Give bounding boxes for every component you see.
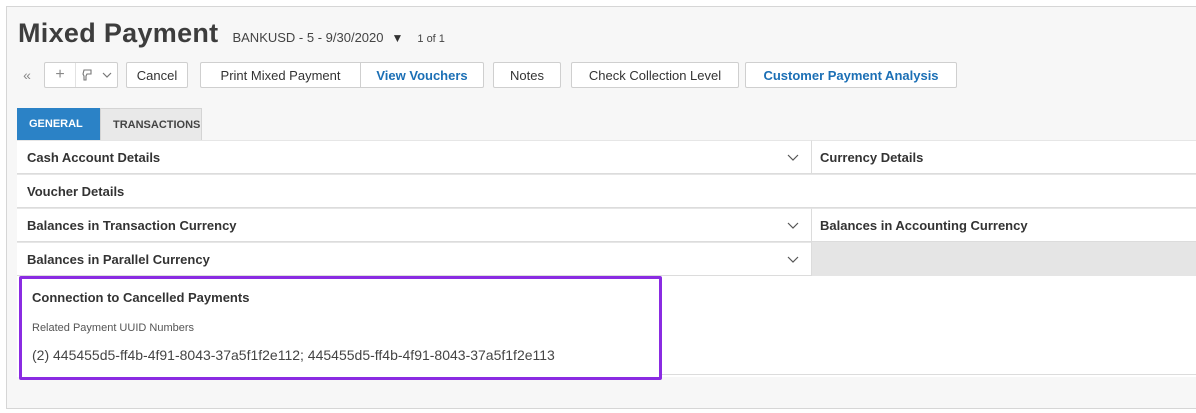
document-dropdown-icon[interactable]: ▼ xyxy=(392,31,404,45)
tab-transactions[interactable]: TRANSACTIONS xyxy=(100,108,202,140)
brush-icon xyxy=(81,69,92,81)
chevron-down-icon[interactable] xyxy=(786,150,800,164)
cancel-button[interactable]: Cancel xyxy=(126,62,188,88)
check-collection-level-button[interactable]: Check Collection Level xyxy=(571,62,739,88)
print-mixed-payment-button[interactable]: Print Mixed Payment xyxy=(200,62,360,88)
related-payment-uuid-label: Related Payment UUID Numbers xyxy=(32,322,195,334)
chevron-down-icon[interactable] xyxy=(786,252,800,266)
voucher-details-header[interactable]: Voucher Details xyxy=(17,174,1196,208)
cash-account-details-header[interactable]: Cash Account Details xyxy=(17,140,811,174)
customer-payment-analysis-button[interactable]: Customer Payment Analysis xyxy=(745,62,957,88)
toolbar: « + Cancel Print Mixed Payment View Vouc… xyxy=(16,62,957,88)
balances-transaction-currency-header[interactable]: Balances in Transaction Currency xyxy=(17,208,811,242)
chevron-down-icon xyxy=(102,72,111,78)
related-payment-uuid-value: (2) 445455d5-ff4b-4f91-8043-37a5f1f2e112… xyxy=(32,347,555,363)
plus-icon[interactable]: + xyxy=(45,63,75,87)
empty-panel xyxy=(811,242,1196,276)
record-count: 1 of 1 xyxy=(417,33,445,45)
double-chevron-left-icon[interactable]: « xyxy=(16,63,38,87)
page-title: Mixed Payment xyxy=(18,18,219,48)
balances-accounting-currency-header[interactable]: Balances in Accounting Currency xyxy=(811,208,1196,242)
view-vouchers-button[interactable]: View Vouchers xyxy=(360,62,484,88)
tab-general[interactable]: GENERAL xyxy=(17,108,100,140)
highlight-box: Connection to Cancelled Payments Related… xyxy=(19,276,662,380)
brush-dropdown-button[interactable] xyxy=(75,63,117,87)
section-label: Balances in Accounting Currency xyxy=(820,217,1028,233)
tab-bar: GENERAL TRANSACTIONS xyxy=(17,108,202,140)
section-label: Voucher Details xyxy=(27,183,125,199)
chevron-down-icon[interactable] xyxy=(786,218,800,232)
toolbar-icon-group: + xyxy=(44,62,118,88)
balances-parallel-currency-header[interactable]: Balances in Parallel Currency xyxy=(17,242,811,276)
divider xyxy=(662,374,1196,375)
connection-cancelled-payments-header[interactable]: Connection to Cancelled Payments xyxy=(32,290,249,305)
section-label: Balances in Parallel Currency xyxy=(27,251,210,267)
section-label: Currency Details xyxy=(820,149,924,165)
notes-button[interactable]: Notes xyxy=(493,62,561,88)
section-label: Cash Account Details xyxy=(27,149,161,165)
currency-details-header[interactable]: Currency Details xyxy=(811,140,1196,174)
title-row: Mixed Payment BANKUSD - 5 - 9/30/2020 ▼ … xyxy=(18,18,445,49)
document-reference[interactable]: BANKUSD - 5 - 9/30/2020 xyxy=(232,30,383,45)
section-label: Balances in Transaction Currency xyxy=(27,217,237,233)
